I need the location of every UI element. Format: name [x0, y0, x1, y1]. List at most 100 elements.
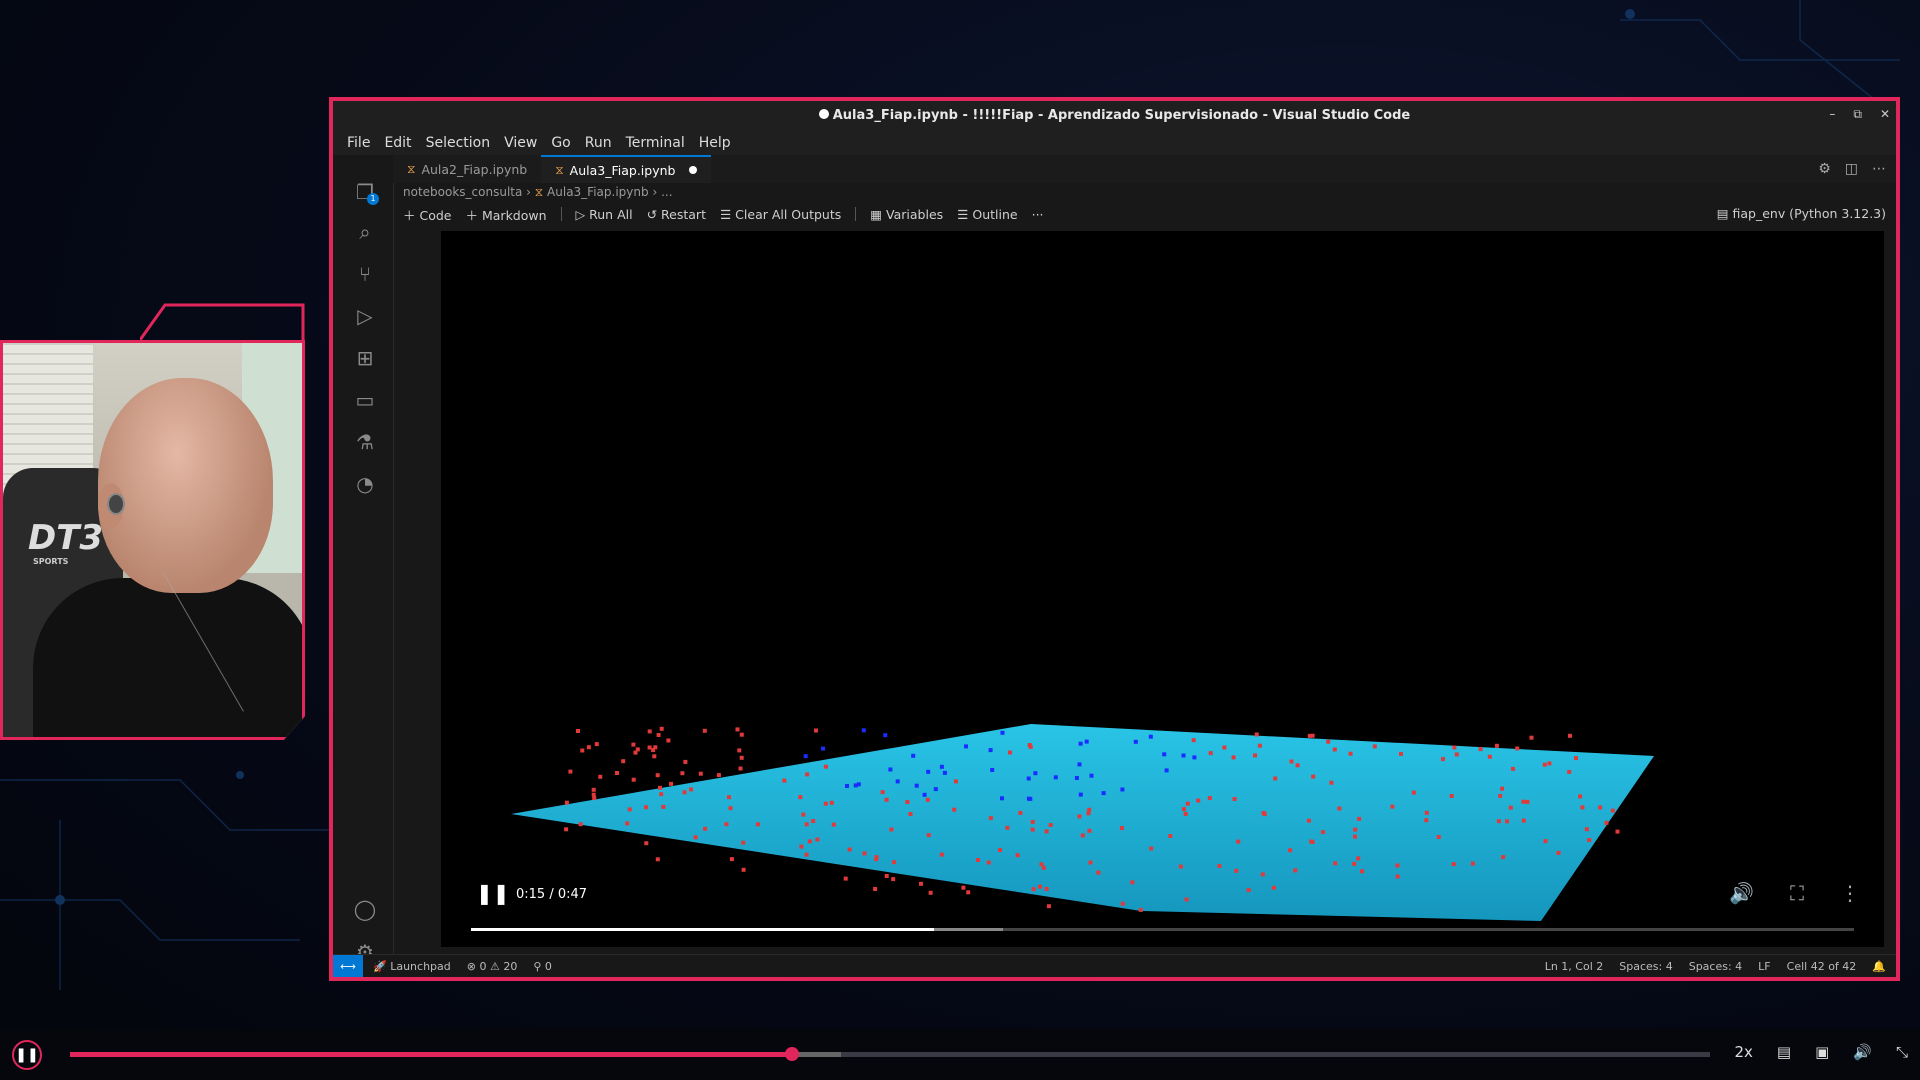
video-output[interactable]: ❚❚ 0:15 / 0:47 🔊 ⛶ ⋮: [441, 231, 1884, 947]
menu-run[interactable]: Run: [585, 135, 612, 151]
remote-explorer-icon[interactable]: ▭: [353, 388, 377, 412]
minimize-button[interactable]: –: [1829, 107, 1835, 122]
breadcrumb-file[interactable]: Aula3_Fiap.ipynb: [547, 185, 649, 199]
bell-icon[interactable]: 🔔: [1872, 960, 1886, 973]
variables-button[interactable]: ▦ Variables: [870, 207, 943, 222]
exit-fullscreen-icon[interactable]: ⤡: [1896, 1043, 1908, 1061]
scatter-point-red: [1574, 756, 1578, 761]
vscode-window: Aula3_Fiap.ipynb - !!!!!Fiap - Aprendiza…: [329, 97, 1900, 981]
breadcrumb-more[interactable]: ...: [661, 185, 672, 199]
player-scrubber-handle[interactable]: [784, 1047, 799, 1061]
menu-edit[interactable]: Edit: [384, 135, 411, 151]
kernel-picker[interactable]: ▤ fiap_env (Python 3.12.3): [1717, 206, 1886, 221]
scatter-point-red: [724, 822, 729, 827]
scatter-point-red: [801, 812, 806, 817]
outline-button[interactable]: ☰ Outline: [957, 207, 1017, 222]
3d-plane-scatter: [511, 724, 1654, 921]
scatter-point-red: [1547, 761, 1552, 766]
scatter-point-red: [728, 806, 733, 811]
chapters-icon[interactable]: ▤: [1777, 1043, 1791, 1061]
more-actions-icon[interactable]: ⋯: [1872, 161, 1886, 177]
scatter-point-red: [1353, 827, 1358, 832]
scatter-point-red: [1044, 829, 1049, 834]
extensions-icon[interactable]: ⊞: [353, 346, 377, 370]
video-pause-icon[interactable]: ❚❚: [476, 881, 510, 905]
close-button[interactable]: ✕: [1880, 107, 1890, 122]
scatter-point-red: [953, 779, 958, 784]
scatter-point-red: [564, 800, 569, 805]
add-markdown-cell-button[interactable]: ＋ Markdown: [466, 205, 547, 224]
scatter-point-red: [1470, 861, 1475, 866]
menu-terminal[interactable]: Terminal: [626, 135, 685, 151]
webcam-frame-tab: [140, 303, 305, 341]
scatter-point-red: [594, 742, 599, 747]
chair-brand-sub: SPORTS: [33, 557, 69, 566]
video-more-icon[interactable]: ⋮: [1840, 881, 1860, 905]
scatter-point-red: [578, 822, 583, 827]
scatter-point-red: [1295, 763, 1300, 768]
volume-icon[interactable]: 🔊: [1729, 881, 1754, 905]
menu-view[interactable]: View: [504, 135, 537, 151]
video-progress-bar[interactable]: [471, 928, 1854, 931]
fullscreen-icon[interactable]: ⛶: [1790, 881, 1804, 905]
scatter-point-red: [1288, 848, 1293, 853]
player-progress-bar[interactable]: [70, 1047, 1710, 1061]
scatter-point-red: [702, 728, 707, 733]
editor-tabs: ⧖ Aula2_Fiap.ipynb ⧖ Aula3_Fiap.ipynb: [393, 155, 1896, 183]
clear-outputs-button[interactable]: ☰ Clear All Outputs: [720, 207, 841, 222]
tab-aula2[interactable]: ⧖ Aula2_Fiap.ipynb: [393, 155, 541, 183]
indentation-1[interactable]: Spaces: 4: [1619, 960, 1672, 973]
search-icon[interactable]: ⌕: [353, 220, 377, 244]
launchpad-item[interactable]: 🚀 Launchpad: [373, 960, 451, 973]
scatter-point-red: [829, 800, 834, 805]
problems-item[interactable]: ⊗ 0 ⚠ 20: [467, 960, 518, 973]
menu-selection[interactable]: Selection: [426, 135, 491, 151]
scatter-point-red: [1077, 814, 1082, 819]
source-control-icon[interactable]: ⑂: [353, 262, 377, 286]
testing-icon[interactable]: ⚗: [353, 430, 377, 454]
add-code-cell-button[interactable]: ＋ Code: [403, 205, 452, 224]
timeline-icon[interactable]: ◔: [353, 472, 377, 496]
scatter-point-blue: [922, 792, 927, 797]
menu-go[interactable]: Go: [551, 135, 570, 151]
variables-icon: ▦: [870, 206, 887, 222]
maximize-button[interactable]: ⧉: [1853, 107, 1862, 122]
cell-indicator[interactable]: Cell 42 of 42: [1787, 960, 1857, 973]
toolbar-more-button[interactable]: ···: [1032, 207, 1044, 222]
scatter-point-red: [727, 795, 731, 800]
indentation-2[interactable]: Spaces: 4: [1689, 960, 1742, 973]
ports-item[interactable]: ⚲ 0: [533, 960, 552, 973]
menu-help[interactable]: Help: [699, 135, 731, 151]
restart-button[interactable]: ↺ Restart: [647, 207, 706, 222]
split-editor-icon[interactable]: ◫: [1845, 161, 1858, 177]
tab-aula3[interactable]: ⧖ Aula3_Fiap.ipynb: [541, 155, 712, 183]
scatter-point-red: [874, 857, 879, 862]
breadcrumb-folder[interactable]: notebooks_consulta: [403, 185, 522, 199]
speed-button[interactable]: 2x: [1735, 1043, 1753, 1061]
scatter-point-red: [659, 792, 664, 797]
scatter-point-blue: [926, 769, 931, 774]
scatter-point-red: [1208, 751, 1213, 756]
scatter-point-blue: [933, 787, 938, 792]
volume-icon[interactable]: 🔊: [1853, 1043, 1872, 1061]
menu-file[interactable]: File: [347, 135, 370, 151]
scatter-point-red: [1587, 838, 1592, 842]
miniplayer-icon[interactable]: ▣: [1815, 1043, 1829, 1061]
scatter-point-red: [925, 797, 930, 802]
scatter-point-blue: [1078, 741, 1083, 746]
account-icon[interactable]: ◯: [353, 897, 377, 921]
run-debug-icon[interactable]: ▷: [353, 304, 377, 328]
notebook-settings-icon[interactable]: ⚙: [1818, 161, 1831, 177]
remote-indicator-icon[interactable]: ⟷: [333, 955, 363, 977]
line-ending[interactable]: LF: [1758, 960, 1770, 973]
activity-bar: ❐ 1 ⌕ ⑂ ▷ ⊞ ▭ ⚗ ◔ ◯ ⚙: [333, 155, 394, 964]
cursor-position[interactable]: Ln 1, Col 2: [1545, 960, 1604, 973]
scatter-point-red: [1436, 835, 1441, 839]
scatter-point-red: [1168, 834, 1173, 838]
scatter-point-red: [655, 857, 660, 862]
scatter-point-red: [615, 771, 619, 775]
scatter-point-red: [1372, 744, 1377, 749]
pause-button[interactable]: ❚❚: [12, 1040, 42, 1070]
scatter-point-red: [815, 837, 820, 842]
run-all-button[interactable]: ▷ Run All: [576, 207, 633, 222]
